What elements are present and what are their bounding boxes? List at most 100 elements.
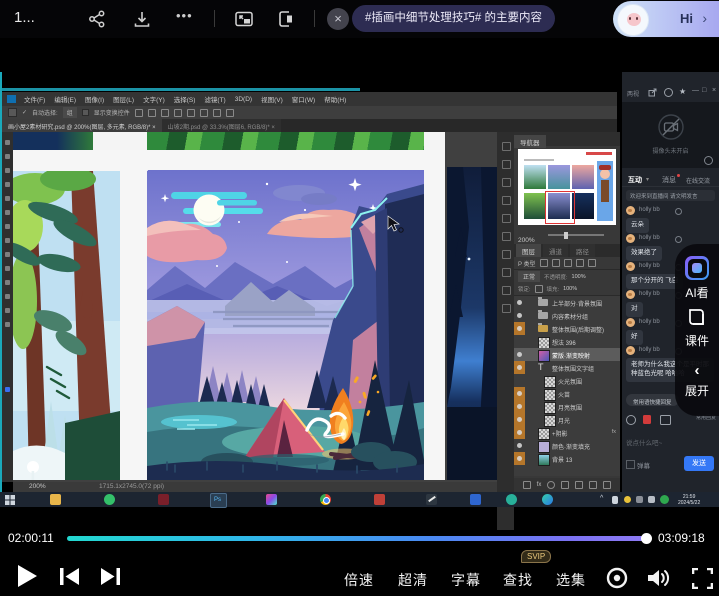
start-button[interactable] [5,495,15,505]
ps-menu-select[interactable]: 选择(S) [174,94,196,104]
taskbar-app5-icon[interactable] [506,494,517,505]
image-icon[interactable] [660,415,671,425]
layer-row[interactable]: 背景 13 [514,452,620,465]
taskbar-app4-icon[interactable] [470,494,481,505]
ai-view-label[interactable]: AI看 [675,284,719,301]
user-avatar[interactable] [626,262,635,271]
expand-label[interactable]: 展开 [675,382,719,399]
layer-row[interactable]: 火光氛围 [514,374,620,387]
blend-mode-select[interactable]: 正常 [518,271,540,282]
link-layers-icon[interactable] [523,481,531,489]
progress-bar[interactable] [67,536,651,541]
align-bottom-icon[interactable] [200,109,208,117]
ps-menu-help[interactable]: 帮助(H) [324,94,346,104]
ps-canvas[interactable] [13,132,497,482]
navigator-view-box[interactable] [545,191,575,224]
adjustment-layer-icon[interactable] [561,481,569,489]
gear-icon[interactable] [704,156,713,165]
ai-query-pill[interactable]: #插画中细节处理技巧# 的主要内容 [352,5,555,32]
align-left-icon[interactable] [135,109,143,117]
emoji-icon[interactable] [626,415,636,425]
tray-app2-icon[interactable] [636,496,643,503]
channels-tab[interactable]: 通道 [543,244,568,257]
auto-select-target[interactable]: 组 [63,107,77,118]
tray-green-icon[interactable] [660,495,669,504]
tab-interaction[interactable]: 互动 [628,175,642,185]
quality-button[interactable]: 超清 [398,570,428,590]
layer-row[interactable]: 内容素材分组 [514,309,620,322]
ps-menu-file[interactable]: 文件(F) [24,94,45,104]
taskbar-wechat-icon[interactable] [104,494,115,505]
tray-expand-icon[interactable]: ^ [600,495,603,502]
user-avatar[interactable] [626,290,635,299]
layers-tab[interactable]: 图层 [516,244,541,257]
navigator-zoom-knob[interactable] [564,232,568,239]
record-circle-icon[interactable] [606,567,628,589]
volume-icon[interactable] [646,566,672,590]
ps-menu-edit[interactable]: 编辑(E) [54,94,76,104]
shield-icon[interactable] [664,88,673,97]
doc-tab-inactive[interactable]: 山坡2期.psd @ 33.3%(图层6, RGB/8)* × [162,119,281,132]
taskbar-photoshop-icon[interactable]: Ps [210,493,227,508]
navigator-tab[interactable]: 导航器 [514,135,546,148]
pin-icon[interactable]: ★ [679,87,686,96]
taskbar-app3-icon[interactable] [374,494,385,505]
layer-row-selected[interactable]: 蒙版·渐变映射 [514,348,620,361]
taskbar-explorer-icon[interactable] [50,494,61,505]
ps-toolbar[interactable] [2,132,13,482]
align-center-icon[interactable] [148,109,156,117]
tab-messages[interactable]: 消息 [662,175,676,185]
tray-mic-icon[interactable] [612,496,618,504]
play-button[interactable] [16,564,38,588]
send-button[interactable]: 发送 [684,456,714,471]
align-middle-icon[interactable] [187,109,195,117]
maximize-icon[interactable]: □ [702,87,706,94]
ps-menu-3d[interactable]: 3D(D) [235,96,252,103]
layer-row[interactable]: 整体氛围(后期调整) [514,322,620,335]
tab-online[interactable]: 在线交流 [686,176,710,185]
red-packet-icon[interactable] [643,415,651,424]
align-top-icon[interactable] [174,109,182,117]
status-zoom[interactable]: 200% [29,483,46,490]
courseware-icon[interactable] [686,306,708,328]
layer-group-icon[interactable] [575,481,583,489]
pip-icon[interactable] [234,9,254,29]
assistant-pill[interactable]: Hi › [613,1,719,37]
layer-row[interactable]: +阴影 fx [514,426,620,439]
taskbar-edge-icon[interactable] [542,494,553,505]
ps-menu-window[interactable]: 窗口(W) [292,94,315,104]
layer-row[interactable]: 上半部分·背景氛围 [514,296,620,309]
fullscreen-icon[interactable] [692,568,713,589]
taskbar-app2-icon[interactable] [266,494,277,505]
distribute-v-icon[interactable] [226,109,234,117]
user-avatar[interactable] [626,206,635,215]
clear-query-button[interactable]: × [327,8,349,30]
tray-app3-icon[interactable] [648,496,655,503]
transform-checkbox[interactable] [82,109,89,116]
ps-menu-type[interactable]: 文字(Y) [143,94,165,104]
chat-input[interactable]: 说点什么吧~ [626,432,716,446]
layer-row[interactable]: 想法 396 [514,335,620,348]
taskbar-chrome-icon[interactable] [320,494,331,505]
speed-button[interactable]: 倍速 [344,570,374,590]
opacity-value[interactable]: 100% [572,274,586,280]
check-icon[interactable]: ✓ [22,109,27,116]
previous-button[interactable] [60,568,80,585]
user-avatar[interactable] [626,346,635,355]
new-layer-icon[interactable] [589,481,597,489]
ps-menu-image[interactable]: 图像(I) [85,94,104,104]
distribute-h-icon[interactable] [213,109,221,117]
share-icon[interactable] [88,10,106,28]
user-avatar[interactable] [626,234,635,243]
close-window-icon[interactable]: × [712,87,716,94]
paths-tab[interactable]: 路径 [570,244,595,257]
layer-filter[interactable]: P 类型 [518,259,536,268]
navigator-zoom-slider[interactable] [548,234,604,236]
user-avatar[interactable] [626,318,635,327]
layer-row[interactable]: 火苗 [514,387,620,400]
collapse-chevron-icon[interactable]: ‹ [675,362,719,379]
layer-row[interactable]: 月亮氛围 [514,400,620,413]
ps-panel-icon-strip[interactable] [497,132,514,530]
download-icon[interactable] [133,10,151,28]
next-button[interactable] [100,568,120,585]
